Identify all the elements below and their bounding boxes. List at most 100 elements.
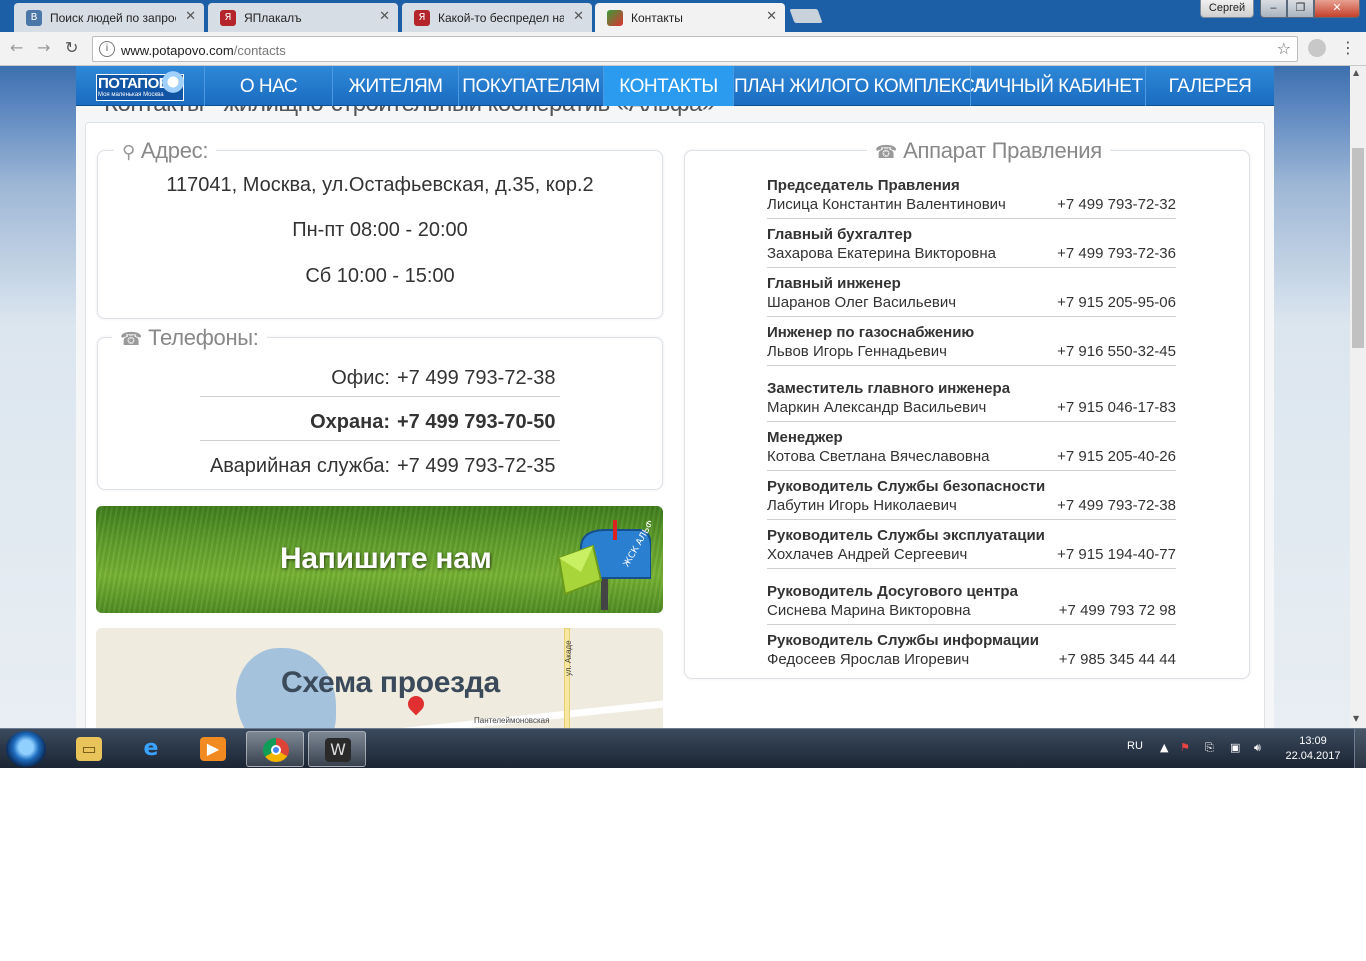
staff-phone[interactable]: +7 499 793-72-36	[1057, 245, 1176, 262]
extension-icon[interactable]	[1308, 39, 1326, 57]
info-icon[interactable]: i	[99, 41, 115, 57]
map-marker-icon: ⚲	[122, 142, 135, 163]
new-tab-button[interactable]	[789, 9, 823, 23]
profile-button[interactable]: Сергей	[1200, 0, 1254, 18]
reload-icon[interactable]: ↻	[65, 38, 78, 57]
vertical-scrollbar[interactable]: ▲ ▼	[1350, 66, 1366, 728]
address-legend: ⚲ Адрес:	[114, 138, 217, 164]
phone-number[interactable]: +7 499 793-72-35	[397, 455, 555, 478]
staff-phone[interactable]: +7 985 345 44 44	[1059, 651, 1176, 668]
staff-row: Руководитель Службы эксплуатации Хохлачев…	[767, 525, 1176, 569]
browser-tabstrip: В Поиск людей по запрос ✕ Я ЯПлакалъ ✕ Я…	[0, 0, 1366, 32]
network-icon[interactable]: ▣	[1230, 741, 1240, 754]
route-map[interactable]: Схема проезда Пантелеймоновская ул. Акад…	[96, 628, 663, 738]
scrollbar-thumb[interactable]	[1352, 148, 1364, 348]
language-indicator[interactable]: RU	[1127, 740, 1143, 752]
screen: В Поиск людей по запрос ✕ Я ЯПлакалъ ✕ Я…	[0, 0, 1366, 768]
close-icon[interactable]: ✕	[573, 9, 584, 24]
close-icon[interactable]: ✕	[766, 9, 777, 24]
show-hidden-icons-icon[interactable]: ▲	[1160, 741, 1168, 754]
bookmark-star-icon[interactable]: ☆	[1277, 39, 1291, 58]
clock-date: 22.04.2017	[1285, 750, 1341, 762]
volume-icon[interactable]: 🔊︎	[1254, 741, 1261, 755]
staff-name: Сиснева Марина Викторовна	[767, 602, 971, 619]
tab-vk-search[interactable]: В Поиск людей по запрос ✕	[14, 3, 204, 32]
staff-row: Руководитель Службы безопасности Лабутин …	[767, 476, 1176, 520]
taskbar-explorer[interactable]: ▭	[60, 731, 118, 767]
staff-phone[interactable]: +7 915 205-95-06	[1057, 294, 1176, 311]
mailbox-icon: ЖСК АЛЬФА	[557, 520, 651, 610]
tab-contacts[interactable]: Контакты ✕	[595, 3, 785, 32]
nav-item-buyers[interactable]: ПОКУПАТЕЛЯМ	[458, 66, 603, 106]
show-desktop-button[interactable]	[1354, 729, 1366, 768]
staff-phone[interactable]: +7 499 793 72 98	[1059, 602, 1176, 619]
tab-yaplakal-2[interactable]: Я Какой-то беспредел на ✕	[402, 3, 592, 32]
phone-icon: ☎	[875, 142, 898, 163]
menu-icon[interactable]: ⋮	[1340, 38, 1356, 57]
tab-yaplakal[interactable]: Я ЯПлакалъ ✕	[208, 3, 398, 32]
staff-phone[interactable]: +7 499 793-72-38	[1057, 497, 1176, 514]
phone-number[interactable]: +7 499 793-70-50	[397, 411, 555, 434]
close-window-button[interactable]: ✕	[1314, 0, 1360, 18]
staff-phone[interactable]: +7 499 793-72-32	[1057, 196, 1176, 213]
staff-row: Руководитель Досугового центра Сиснева Ма…	[767, 581, 1176, 625]
scroll-down-arrow-icon[interactable]: ▼	[1353, 714, 1359, 723]
tray-app-icon[interactable]: ⎘	[1205, 741, 1214, 755]
staff-phone[interactable]: +7 915 046-17-83	[1057, 399, 1176, 416]
yaplakal-icon: Я	[414, 10, 430, 26]
address-bar[interactable]: i www.potapovo.com/contacts ☆	[92, 36, 1298, 62]
weekday-hours: Пн-пт 08:00 - 20:00	[292, 219, 468, 241]
nav-item-about[interactable]: О НАС	[204, 66, 332, 106]
site-logo[interactable]: ПОТАПОВО Моя маленькая Москва	[88, 70, 186, 102]
taskbar-chrome[interactable]	[246, 731, 304, 767]
phone-row-office: Офис: +7 499 793-72-38	[200, 357, 560, 397]
site-navbar: ПОТАПОВО Моя маленькая Москва О НАС ЖИТЕ…	[76, 66, 1274, 106]
staff-role: Председатель Правления	[767, 177, 960, 194]
forward-arrow-icon[interactable]: →	[37, 38, 50, 57]
staff-role: Заместитель главного инженера	[767, 380, 1011, 397]
close-icon[interactable]: ✕	[379, 9, 390, 24]
staff-role: Руководитель Службы информации	[767, 632, 1039, 649]
board-legend: ☎ Аппарат Правления	[867, 138, 1110, 164]
staff-role: Инженер по газоснабжению	[767, 324, 975, 341]
staff-role: Главный инженер	[767, 275, 901, 292]
staff-phone[interactable]: +7 915 205-40-26	[1057, 448, 1176, 465]
tab-title: Контакты	[631, 11, 683, 25]
browser-toolbar: ← → ↻ i www.potapovo.com/contacts ☆ ⋮	[0, 32, 1366, 66]
back-arrow-icon[interactable]: ←	[10, 38, 23, 57]
staff-row: Главный бухгалтер Захарова Екатерина Викт…	[767, 224, 1176, 268]
phones-legend: ☎ Телефоны:	[112, 325, 267, 351]
write-us-text: Напишите нам	[280, 542, 492, 575]
maximize-button[interactable]: ❐	[1287, 0, 1314, 18]
system-clock[interactable]: 13:09 22.04.2017	[1282, 734, 1344, 764]
tab-title: Поиск людей по запрос	[50, 11, 176, 25]
scroll-up-arrow-icon[interactable]: ▲	[1353, 68, 1359, 77]
taskbar-ie[interactable]: e	[122, 731, 180, 767]
address-panel: ⚲ Адрес: 117041, Москва, ул.Остафьевская,…	[97, 138, 663, 319]
board-panel: ☎ Аппарат Правления Председатель Правлени…	[684, 138, 1250, 679]
taskbar-game[interactable]: W	[308, 731, 366, 767]
clock-time: 13:09	[1299, 735, 1327, 747]
phone-label: Аварийная служба:	[209, 455, 390, 477]
nav-item-contacts[interactable]: КОНТАКТЫ	[603, 66, 733, 106]
tab-title: ЯПлакалъ	[244, 11, 302, 25]
nav-item-plan[interactable]: ПЛАН ЖИЛОГО КОМПЛЕКСА	[733, 66, 987, 106]
action-center-icon[interactable]: ⚑	[1180, 741, 1190, 754]
staff-row: Председатель Правления Лисица Константин …	[767, 175, 1176, 219]
tree-icon	[160, 70, 186, 94]
nav-item-residents[interactable]: ЖИТЕЛЯМ	[332, 66, 458, 106]
close-icon[interactable]: ✕	[185, 9, 196, 24]
logo-subtitle: Моя маленькая Москва	[98, 92, 164, 98]
phone-number[interactable]: +7 499 793-72-38	[397, 367, 555, 390]
nav-item-gallery[interactable]: ГАЛЕРЕЯ	[1145, 66, 1274, 106]
staff-role: Руководитель Службы безопасности	[767, 478, 1046, 495]
windows-taskbar: ▭ e ▶ W RU ▲ ⚑ ⎘ ▣ 🔊︎ 13:09 22.04.2017	[0, 728, 1366, 768]
staff-phone[interactable]: +7 916 550-32-45	[1057, 343, 1176, 360]
yaplakal-icon: Я	[220, 10, 236, 26]
write-us-banner[interactable]: Напишите нам ЖСК АЛЬФА	[96, 506, 663, 613]
start-button[interactable]	[6, 731, 46, 767]
taskbar-media[interactable]: ▶	[184, 731, 242, 767]
nav-item-account[interactable]: ЛИЧНЫЙ КАБИНЕТ	[970, 66, 1145, 106]
staff-phone[interactable]: +7 915 194-40-77	[1057, 546, 1176, 563]
minimize-button[interactable]: ‒	[1260, 0, 1287, 18]
